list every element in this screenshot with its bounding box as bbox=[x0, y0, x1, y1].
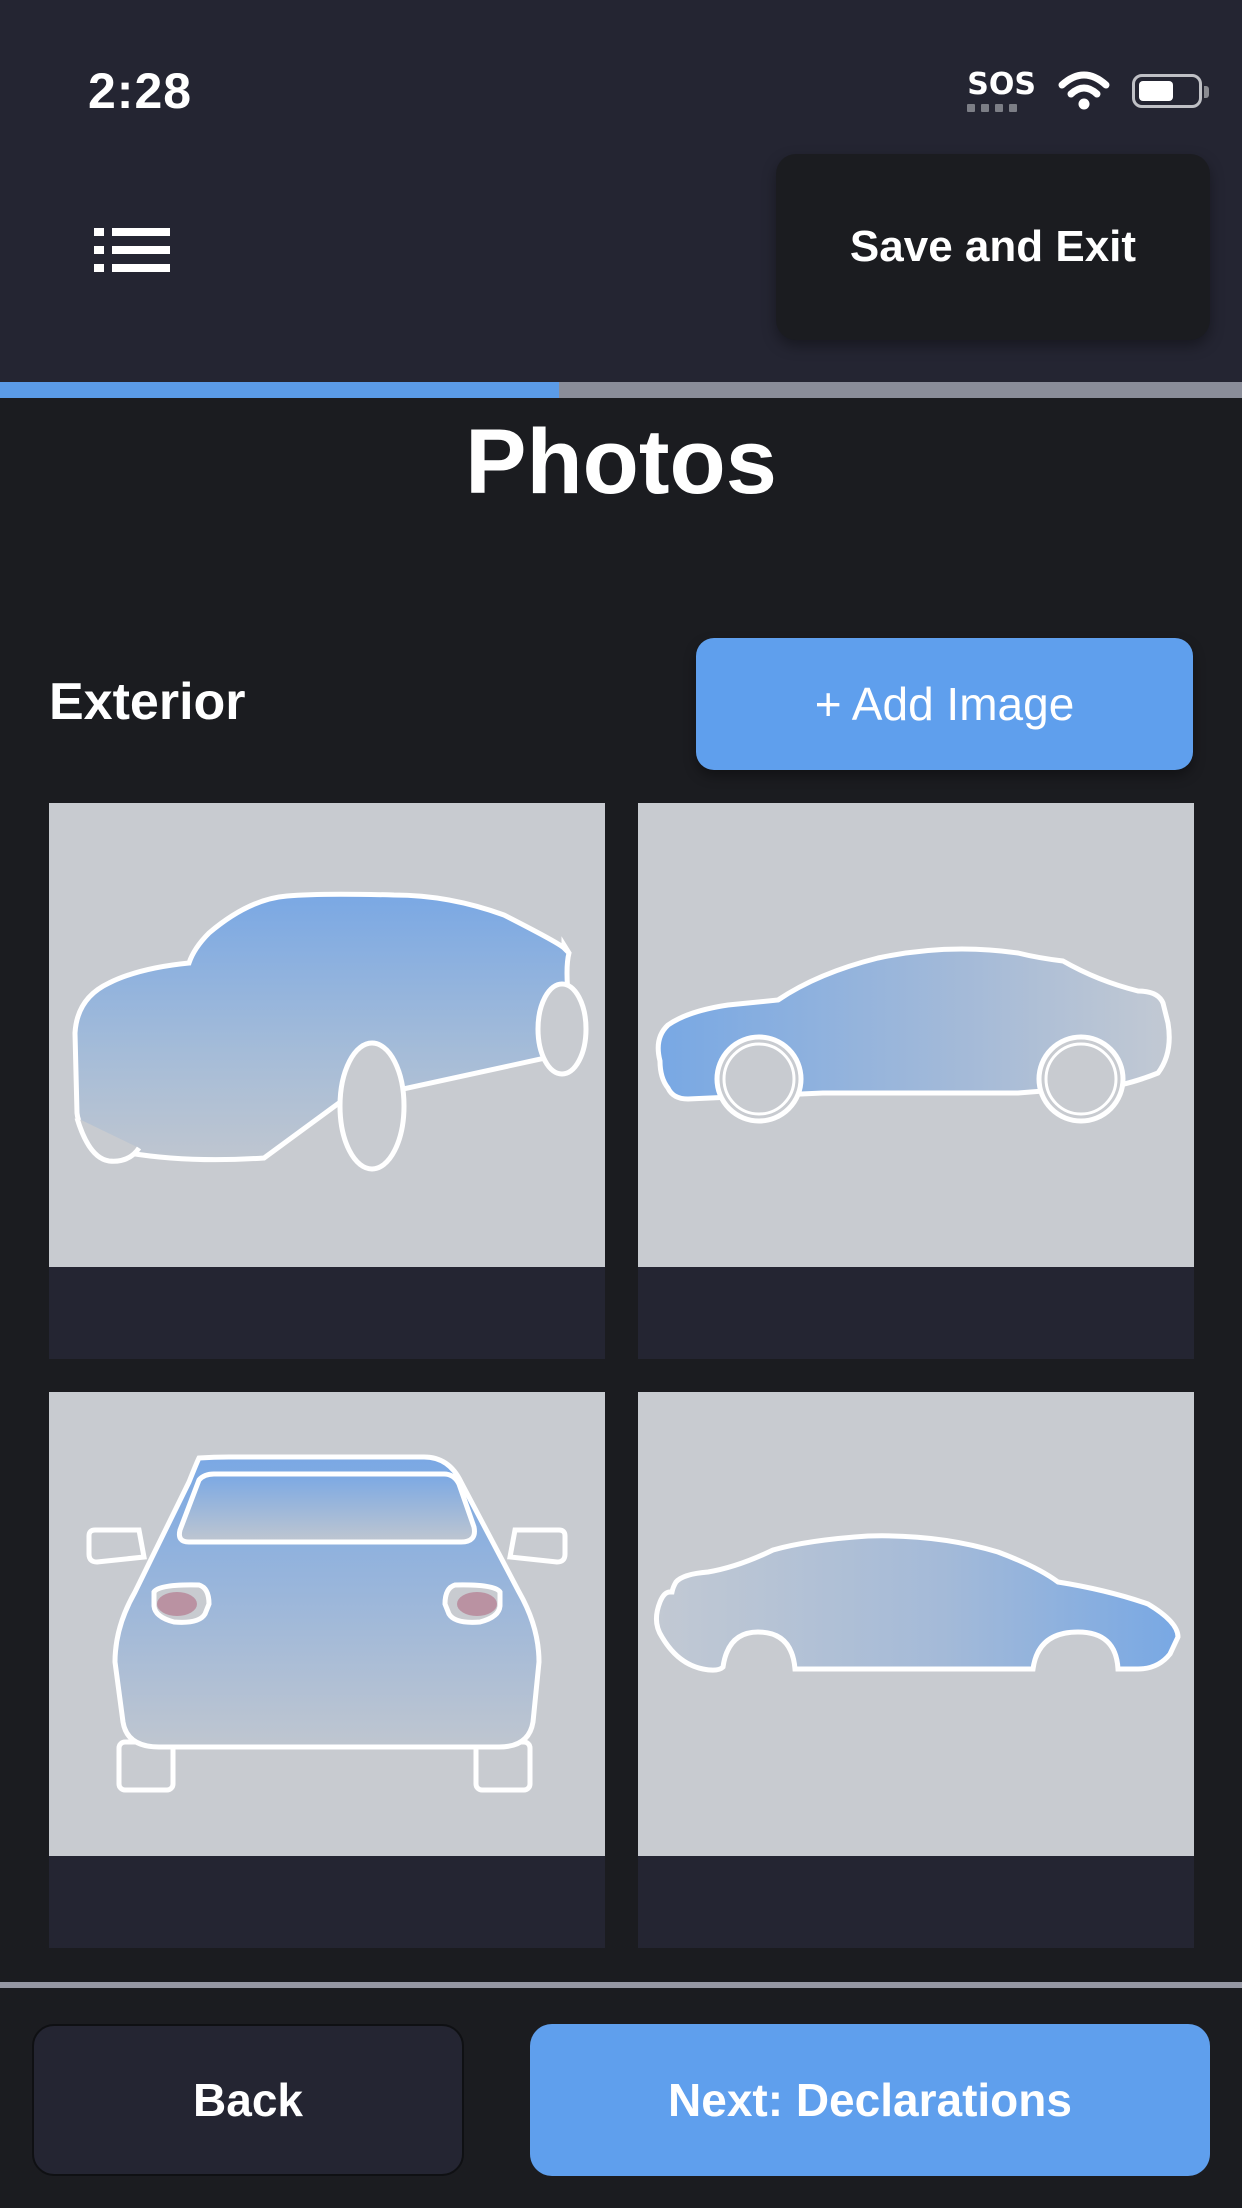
car-side-icon bbox=[655, 946, 1172, 1124]
menu-list-icon[interactable] bbox=[94, 228, 170, 272]
sos-indicator: SOS bbox=[967, 70, 1036, 112]
save-and-exit-button[interactable]: Save and Exit bbox=[776, 154, 1210, 340]
back-button[interactable]: Back bbox=[32, 2024, 464, 2176]
add-image-button[interactable]: + Add Image bbox=[696, 638, 1193, 770]
photo-tile-front-three-quarter[interactable] bbox=[49, 803, 605, 1359]
photo-placeholder bbox=[49, 1392, 605, 1856]
photo-tile-side[interactable] bbox=[638, 803, 1194, 1359]
signal-dots-icon bbox=[967, 104, 1018, 112]
app-header: 2:28 SOS Save and Exit bbox=[0, 0, 1242, 382]
status-icons: SOS bbox=[967, 66, 1209, 116]
page-title: Photos bbox=[465, 411, 777, 513]
car-rear-icon bbox=[86, 1454, 568, 1793]
progress-bar bbox=[0, 382, 1242, 398]
photo-tile-side-body[interactable] bbox=[638, 1392, 1194, 1948]
photo-tile-rear[interactable] bbox=[49, 1392, 605, 1948]
photo-placeholder bbox=[638, 1392, 1194, 1856]
progress-fill bbox=[0, 382, 559, 398]
wifi-icon bbox=[1058, 71, 1110, 110]
battery-fill bbox=[1139, 81, 1173, 101]
next-declarations-button[interactable]: Next: Declarations bbox=[530, 2024, 1210, 2176]
battery-icon bbox=[1132, 74, 1209, 108]
car-side-body-icon bbox=[654, 1533, 1181, 1673]
photo-placeholder bbox=[638, 803, 1194, 1267]
car-front-quarter-icon bbox=[72, 891, 589, 1172]
sos-label: SOS bbox=[967, 67, 1036, 102]
status-time: 2:28 bbox=[88, 63, 193, 119]
section-label: Exterior bbox=[49, 673, 246, 731]
footer-divider bbox=[0, 1982, 1242, 1988]
photo-placeholder bbox=[49, 803, 605, 1267]
